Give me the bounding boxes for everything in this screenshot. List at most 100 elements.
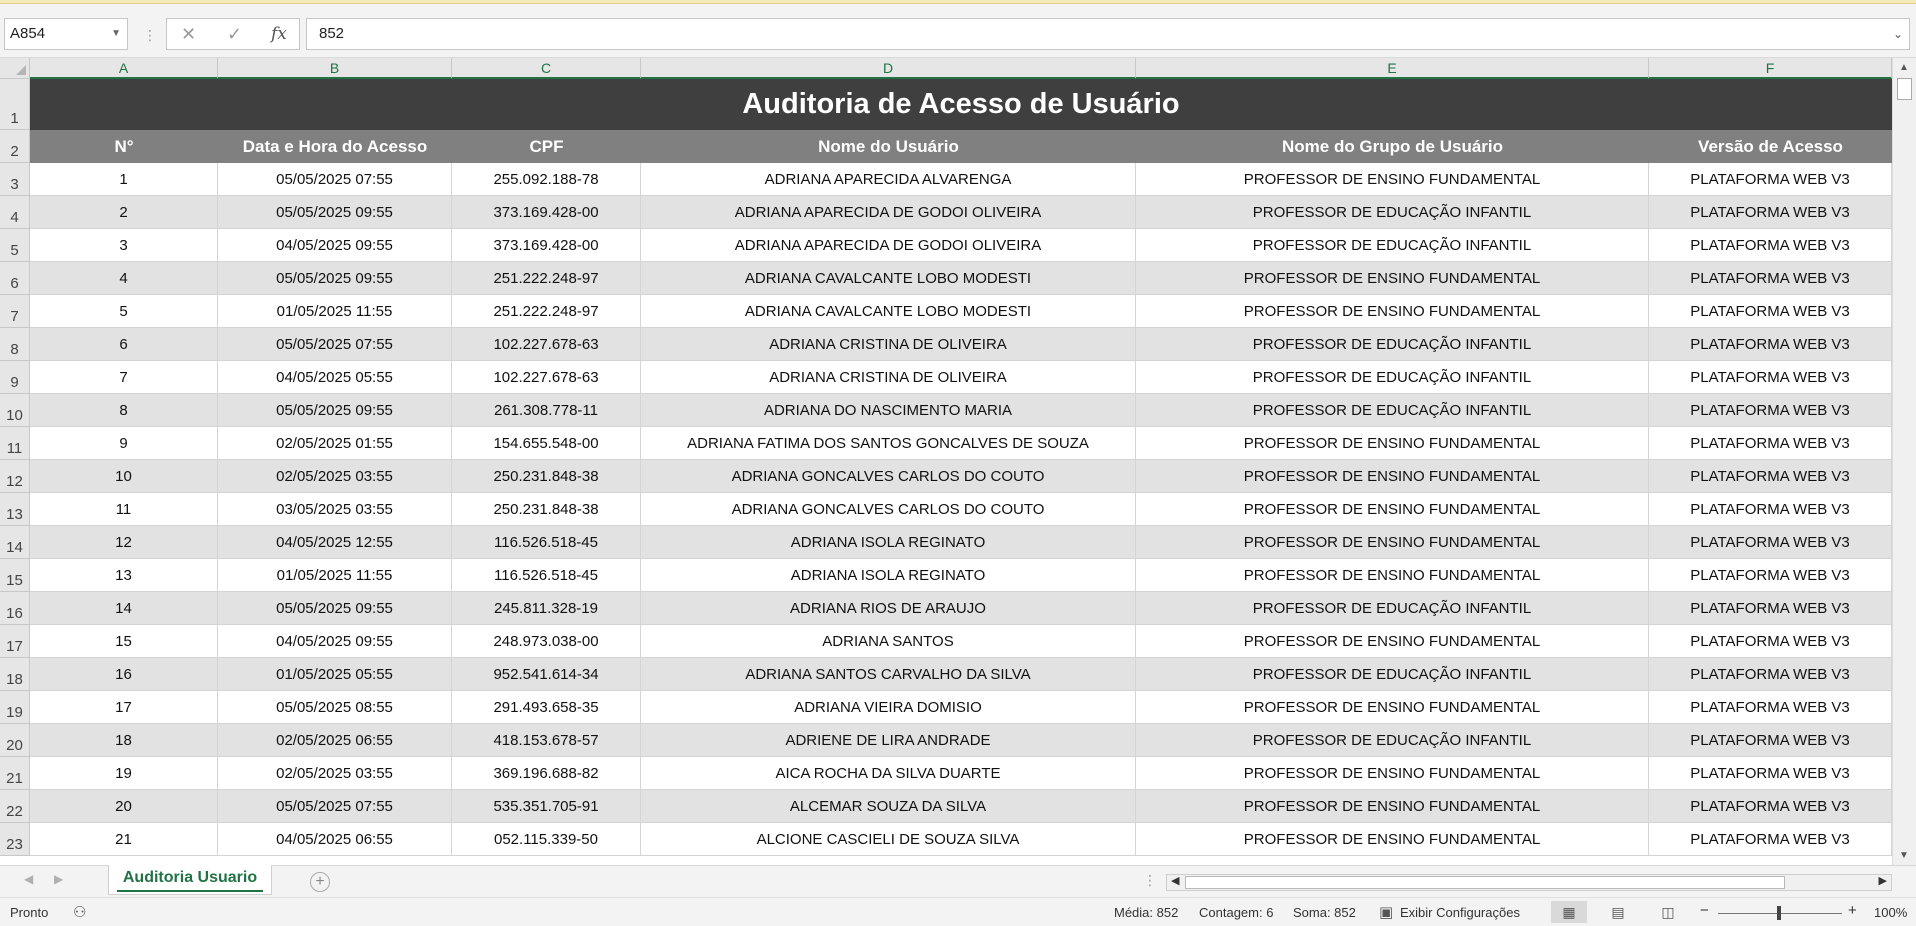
cell-cpf[interactable]: 373.169.428-00	[452, 229, 641, 262]
cell-user-name[interactable]: ADRIANA DO NASCIMENTO MARIA	[641, 394, 1136, 427]
cell-user-name[interactable]: AICA ROCHA DA SILVA DUARTE	[641, 757, 1136, 790]
cell-user-name[interactable]: ADRIANA CRISTINA DE OLIVEIRA	[641, 328, 1136, 361]
cell-cpf[interactable]: 250.231.848-38	[452, 460, 641, 493]
cancel-icon[interactable]: ✕	[181, 19, 196, 49]
cell-access-version[interactable]: PLATAFORMA WEB V3	[1649, 625, 1892, 658]
cell-access-datetime[interactable]: 01/05/2025 05:55	[218, 658, 452, 691]
cell-access-datetime[interactable]: 05/05/2025 07:55	[218, 790, 452, 823]
cell-user-group[interactable]: PROFESSOR DE ENSINO FUNDAMENTAL	[1136, 559, 1649, 592]
cell-user-group[interactable]: PROFESSOR DE ENSINO FUNDAMENTAL	[1136, 757, 1649, 790]
expand-formula-bar-icon[interactable]: ⌄	[1893, 19, 1903, 49]
select-all-corner[interactable]	[0, 58, 30, 79]
cell-cpf[interactable]: 535.351.705-91	[452, 790, 641, 823]
cell-access-datetime[interactable]: 04/05/2025 05:55	[218, 361, 452, 394]
page-layout-view-icon[interactable]: ▤	[1600, 901, 1636, 923]
cell-access-datetime[interactable]: 05/05/2025 09:55	[218, 592, 452, 625]
cell-access-version[interactable]: PLATAFORMA WEB V3	[1649, 493, 1892, 526]
cell-user-name[interactable]: ADRIANA ISOLA REGINATO	[641, 559, 1136, 592]
cell-number[interactable]: 17	[30, 691, 218, 724]
row-header[interactable]: 16	[0, 592, 30, 625]
cell-access-version[interactable]: PLATAFORMA WEB V3	[1649, 592, 1892, 625]
cell-cpf[interactable]: 116.526.518-45	[452, 526, 641, 559]
cell-cpf[interactable]: 952.541.614-34	[452, 658, 641, 691]
cell-user-group[interactable]: PROFESSOR DE EDUCAÇÃO INFANTIL	[1136, 196, 1649, 229]
cell-access-datetime[interactable]: 05/05/2025 08:55	[218, 691, 452, 724]
row-header[interactable]: 18	[0, 658, 30, 691]
row-header[interactable]: 3	[0, 163, 30, 196]
cell-number[interactable]: 8	[30, 394, 218, 427]
cell-user-group[interactable]: PROFESSOR DE EDUCAÇÃO INFANTIL	[1136, 592, 1649, 625]
page-break-view-icon[interactable]: ◫	[1650, 901, 1686, 923]
cell-user-group[interactable]: PROFESSOR DE ENSINO FUNDAMENTAL	[1136, 691, 1649, 724]
cell-number[interactable]: 3	[30, 229, 218, 262]
cell-user-group[interactable]: PROFESSOR DE ENSINO FUNDAMENTAL	[1136, 163, 1649, 196]
row-header[interactable]: 17	[0, 625, 30, 658]
cell-cpf[interactable]: 052.115.339-50	[452, 823, 641, 856]
scroll-right-icon[interactable]: ▶	[1879, 874, 1887, 887]
tab-auditoria-usuario[interactable]: Auditoria Usuario	[108, 865, 272, 895]
cell-number[interactable]: 16	[30, 658, 218, 691]
header-number[interactable]: N°	[30, 130, 218, 163]
enter-icon[interactable]: ✓	[227, 19, 242, 49]
cell-access-version[interactable]: PLATAFORMA WEB V3	[1649, 361, 1892, 394]
scroll-left-icon[interactable]: ◀	[1171, 874, 1179, 887]
cell-access-datetime[interactable]: 04/05/2025 06:55	[218, 823, 452, 856]
cell-access-version[interactable]: PLATAFORMA WEB V3	[1649, 460, 1892, 493]
cell-number[interactable]: 19	[30, 757, 218, 790]
cell-access-datetime[interactable]: 01/05/2025 11:55	[218, 559, 452, 592]
cell-access-datetime[interactable]: 02/05/2025 03:55	[218, 460, 452, 493]
row-header[interactable]: 2	[0, 130, 30, 163]
cell-number[interactable]: 7	[30, 361, 218, 394]
cell-user-group[interactable]: PROFESSOR DE ENSINO FUNDAMENTAL	[1136, 625, 1649, 658]
cell-user-name[interactable]: ADRIANA VIEIRA DOMISIO	[641, 691, 1136, 724]
row-header[interactable]: 1	[0, 79, 30, 130]
cell-access-version[interactable]: PLATAFORMA WEB V3	[1649, 427, 1892, 460]
row-header[interactable]: 22	[0, 790, 30, 823]
cell-access-version[interactable]: PLATAFORMA WEB V3	[1649, 394, 1892, 427]
cell-number[interactable]: 1	[30, 163, 218, 196]
spreadsheet-grid[interactable]: A B C D E F 1 2 3 4 5 6 7 8 9 10 11 12 13 14 15 16 17 18 1…	[0, 58, 1892, 865]
cell-user-group[interactable]: PROFESSOR DE ENSINO FUNDAMENTAL	[1136, 493, 1649, 526]
header-cpf[interactable]: CPF	[452, 130, 641, 163]
cell-user-name[interactable]: ADRIANA APARECIDA ALVARENGA	[641, 163, 1136, 196]
header-access-datetime[interactable]: Data e Hora do Acesso	[218, 130, 452, 163]
vertical-scroll-thumb[interactable]	[1897, 78, 1912, 100]
cell-user-name[interactable]: ADRIANA SANTOS	[641, 625, 1136, 658]
column-header-e[interactable]: E	[1136, 58, 1649, 79]
cell-user-name[interactable]: ADRIANA GONCALVES CARLOS DO COUTO	[641, 493, 1136, 526]
cell-user-group[interactable]: PROFESSOR DE ENSINO FUNDAMENTAL	[1136, 460, 1649, 493]
status-average[interactable]: Média: 852	[1114, 905, 1178, 920]
cell-access-version[interactable]: PLATAFORMA WEB V3	[1649, 526, 1892, 559]
cell-user-name[interactable]: ALCEMAR SOUZA DA SILVA	[641, 790, 1136, 823]
zoom-out-button[interactable]: −	[1700, 902, 1709, 919]
horizontal-scroll-thumb[interactable]	[1185, 876, 1785, 889]
cell-access-version[interactable]: PLATAFORMA WEB V3	[1649, 790, 1892, 823]
cell-number[interactable]: 15	[30, 625, 218, 658]
cell-access-datetime[interactable]: 03/05/2025 03:55	[218, 493, 452, 526]
cell-user-group[interactable]: PROFESSOR DE EDUCAÇÃO INFANTIL	[1136, 658, 1649, 691]
cell-access-version[interactable]: PLATAFORMA WEB V3	[1649, 823, 1892, 856]
cell-access-version[interactable]: PLATAFORMA WEB V3	[1649, 724, 1892, 757]
cell-cpf[interactable]: 116.526.518-45	[452, 559, 641, 592]
cell-access-datetime[interactable]: 05/05/2025 09:55	[218, 196, 452, 229]
cell-user-group[interactable]: PROFESSOR DE EDUCAÇÃO INFANTIL	[1136, 229, 1649, 262]
next-sheet-icon[interactable]: ▶	[54, 872, 63, 886]
cell-access-version[interactable]: PLATAFORMA WEB V3	[1649, 691, 1892, 724]
cell-number[interactable]: 20	[30, 790, 218, 823]
cell-number[interactable]: 9	[30, 427, 218, 460]
zoom-slider-thumb[interactable]	[1777, 906, 1781, 920]
cell-access-datetime[interactable]: 04/05/2025 09:55	[218, 625, 452, 658]
cell-user-group[interactable]: PROFESSOR DE ENSINO FUNDAMENTAL	[1136, 790, 1649, 823]
add-sheet-icon[interactable]: +	[310, 872, 330, 892]
row-header[interactable]: 19	[0, 691, 30, 724]
cell-user-name[interactable]: ADRIANA APARECIDA DE GODOI OLIVEIRA	[641, 196, 1136, 229]
cell-access-datetime[interactable]: 01/05/2025 11:55	[218, 295, 452, 328]
cell-access-version[interactable]: PLATAFORMA WEB V3	[1649, 757, 1892, 790]
cell-access-datetime[interactable]: 05/05/2025 09:55	[218, 262, 452, 295]
cell-user-name[interactable]: ADRIANA APARECIDA DE GODOI OLIVEIRA	[641, 229, 1136, 262]
cell-access-version[interactable]: PLATAFORMA WEB V3	[1649, 196, 1892, 229]
cell-number[interactable]: 4	[30, 262, 218, 295]
cell-user-name[interactable]: ADRIANA SANTOS CARVALHO DA SILVA	[641, 658, 1136, 691]
formula-input[interactable]: 852 ⌄	[306, 18, 1910, 50]
name-box[interactable]: A854 ▼	[4, 18, 128, 50]
